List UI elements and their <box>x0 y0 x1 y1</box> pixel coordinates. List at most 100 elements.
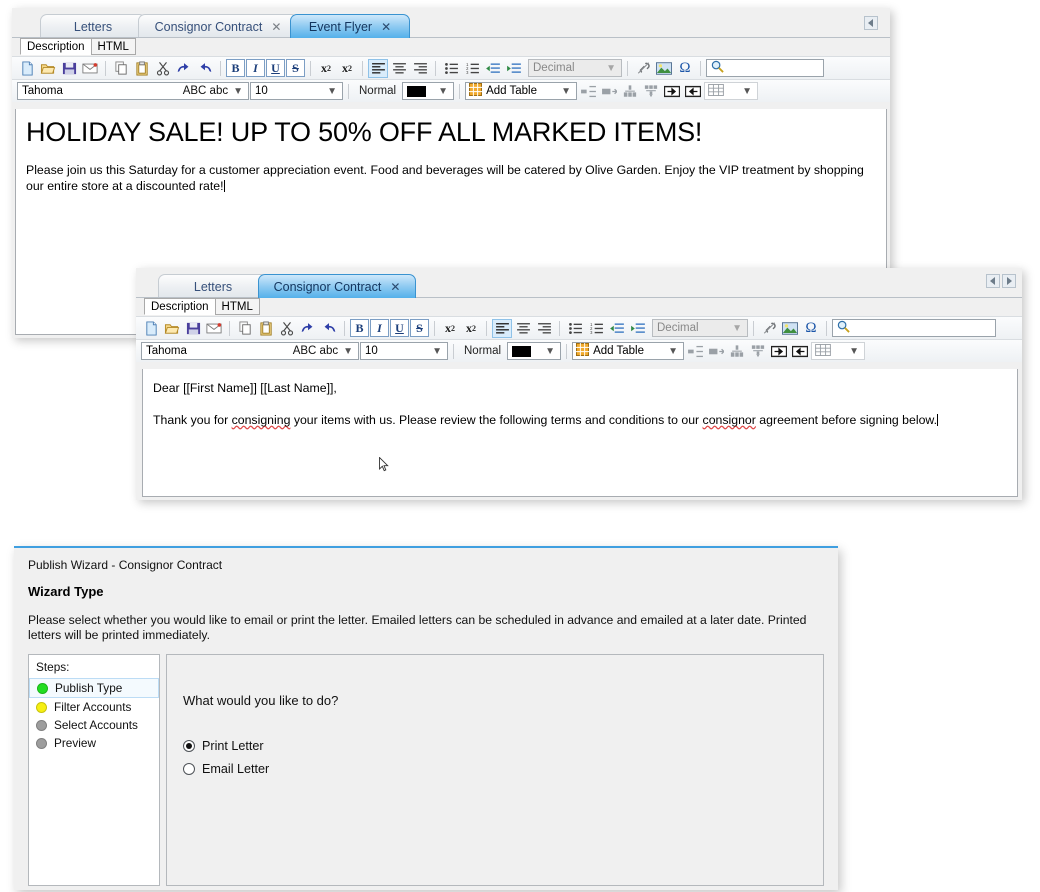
merge-cells-icon[interactable] <box>620 82 640 101</box>
strikethrough-icon[interactable]: S <box>410 319 429 337</box>
redo-icon[interactable] <box>195 59 215 78</box>
bold-icon[interactable]: B <box>226 59 245 77</box>
open-folder-icon[interactable] <box>162 319 182 338</box>
step-select-accounts[interactable]: Select Accounts <box>29 716 159 734</box>
underline-icon[interactable]: U <box>390 319 409 337</box>
align-left-icon[interactable] <box>368 58 388 78</box>
subscript-icon[interactable]: x2 <box>440 319 460 337</box>
increase-indent-icon[interactable] <box>628 319 648 338</box>
strikethrough-icon[interactable]: S <box>286 59 305 77</box>
tab-letters[interactable]: Letters <box>40 14 146 38</box>
copy-icon[interactable] <box>235 319 255 338</box>
split-cells-icon[interactable] <box>748 342 768 361</box>
radio-button[interactable] <box>183 763 195 775</box>
close-icon[interactable]: ✕ <box>390 280 400 294</box>
insert-column-icon[interactable] <box>706 342 726 361</box>
bullet-list-icon[interactable] <box>565 319 585 338</box>
underline-icon[interactable]: U <box>266 59 285 77</box>
insert-row-icon[interactable] <box>578 82 598 101</box>
align-left-icon[interactable] <box>492 318 512 338</box>
undo-icon[interactable] <box>174 59 194 78</box>
scroll-right-icon[interactable] <box>1002 274 1016 288</box>
unlink-icon[interactable] <box>633 59 653 78</box>
undo-icon[interactable] <box>298 319 318 338</box>
copy-icon[interactable] <box>111 59 131 78</box>
table-style-select[interactable]: ▼ <box>811 342 866 360</box>
paste-icon[interactable] <box>256 319 276 338</box>
decrease-indent-icon[interactable] <box>607 319 627 338</box>
email-icon[interactable] <box>204 319 224 338</box>
subtab-description[interactable]: Description <box>20 38 92 55</box>
numbered-list-icon[interactable]: 123 <box>462 59 482 78</box>
bold-icon[interactable]: B <box>350 319 369 337</box>
list-style-select[interactable]: Decimal ▼ <box>652 319 748 337</box>
list-style-select[interactable]: Decimal ▼ <box>528 59 622 77</box>
font-family-select[interactable]: Tahoma ABC abc ▼ <box>17 82 249 100</box>
subscript-icon[interactable]: x2 <box>316 59 336 77</box>
search-input[interactable] <box>832 319 996 337</box>
step-filter-accounts[interactable]: Filter Accounts <box>29 698 159 716</box>
insert-cell-right-icon[interactable] <box>662 82 682 101</box>
align-right-icon[interactable] <box>534 319 554 338</box>
tab-letters[interactable]: Letters <box>158 274 268 298</box>
tab-consignor-contract[interactable]: Consignor Contract ✕ <box>138 14 298 38</box>
add-table-button[interactable]: Add Table ▼ <box>572 342 685 360</box>
insert-column-icon[interactable] <box>599 82 619 101</box>
radio-button-selected[interactable] <box>183 740 195 752</box>
scroll-left-icon[interactable] <box>986 274 1000 288</box>
special-character-icon[interactable]: Ω <box>675 59 695 78</box>
bullet-list-icon[interactable] <box>441 59 461 78</box>
text-color-select[interactable]: ▼ <box>402 82 455 100</box>
special-character-icon[interactable]: Ω <box>801 319 821 338</box>
open-folder-icon[interactable] <box>38 59 58 78</box>
italic-icon[interactable]: I <box>246 59 265 77</box>
font-size-select[interactable]: 10 ▼ <box>250 82 343 100</box>
close-icon[interactable]: ✕ <box>271 20 281 34</box>
contract-editor[interactable]: Dear [[First Name]] [[Last Name]], Thank… <box>142 369 1018 497</box>
tab-event-flyer[interactable]: Event Flyer ✕ <box>290 14 410 38</box>
add-table-button[interactable]: Add Table ▼ <box>465 82 578 100</box>
italic-icon[interactable]: I <box>370 319 389 337</box>
contract-tab-scroll[interactable] <box>986 274 1016 288</box>
subtab-html[interactable]: HTML <box>214 298 260 315</box>
redo-icon[interactable] <box>319 319 339 338</box>
step-preview[interactable]: Preview <box>29 734 159 752</box>
table-style-select[interactable]: ▼ <box>704 82 759 100</box>
font-family-select[interactable]: Tahoma ABC abc ▼ <box>141 342 359 360</box>
cut-icon[interactable] <box>153 59 173 78</box>
unlink-icon[interactable] <box>759 319 779 338</box>
step-publish-type[interactable]: Publish Type <box>29 678 159 698</box>
insert-image-icon[interactable] <box>654 59 674 78</box>
insert-row-icon[interactable] <box>685 342 705 361</box>
align-center-icon[interactable] <box>513 319 533 338</box>
new-document-icon[interactable] <box>17 59 37 78</box>
align-right-icon[interactable] <box>410 59 430 78</box>
insert-image-icon[interactable] <box>780 319 800 338</box>
numbered-list-icon[interactable]: 123 <box>586 319 606 338</box>
superscript-icon[interactable]: x2 <box>461 319 481 337</box>
subtab-description[interactable]: Description <box>144 298 216 315</box>
increase-indent-icon[interactable] <box>504 59 524 78</box>
new-document-icon[interactable] <box>141 319 161 338</box>
insert-cell-right-icon[interactable] <box>769 342 789 361</box>
email-icon[interactable] <box>80 59 100 78</box>
search-input[interactable] <box>706 59 824 77</box>
insert-cell-left-icon[interactable] <box>790 342 810 361</box>
tab-consignor-contract[interactable]: Consignor Contract ✕ <box>258 274 416 298</box>
save-icon[interactable] <box>59 59 79 78</box>
cut-icon[interactable] <box>277 319 297 338</box>
subtab-html[interactable]: HTML <box>90 38 136 55</box>
close-icon[interactable]: ✕ <box>381 20 391 34</box>
option-print-letter[interactable]: Print Letter <box>183 739 269 753</box>
scroll-left-icon[interactable] <box>864 16 878 30</box>
save-icon[interactable] <box>183 319 203 338</box>
option-email-letter[interactable]: Email Letter <box>183 762 269 776</box>
paste-icon[interactable] <box>132 59 152 78</box>
decrease-indent-icon[interactable] <box>483 59 503 78</box>
font-size-select[interactable]: 10 ▼ <box>360 342 448 360</box>
superscript-icon[interactable]: x2 <box>337 59 357 77</box>
align-center-icon[interactable] <box>389 59 409 78</box>
insert-cell-left-icon[interactable] <box>683 82 703 101</box>
text-color-select[interactable]: ▼ <box>507 342 562 360</box>
merge-cells-icon[interactable] <box>727 342 747 361</box>
